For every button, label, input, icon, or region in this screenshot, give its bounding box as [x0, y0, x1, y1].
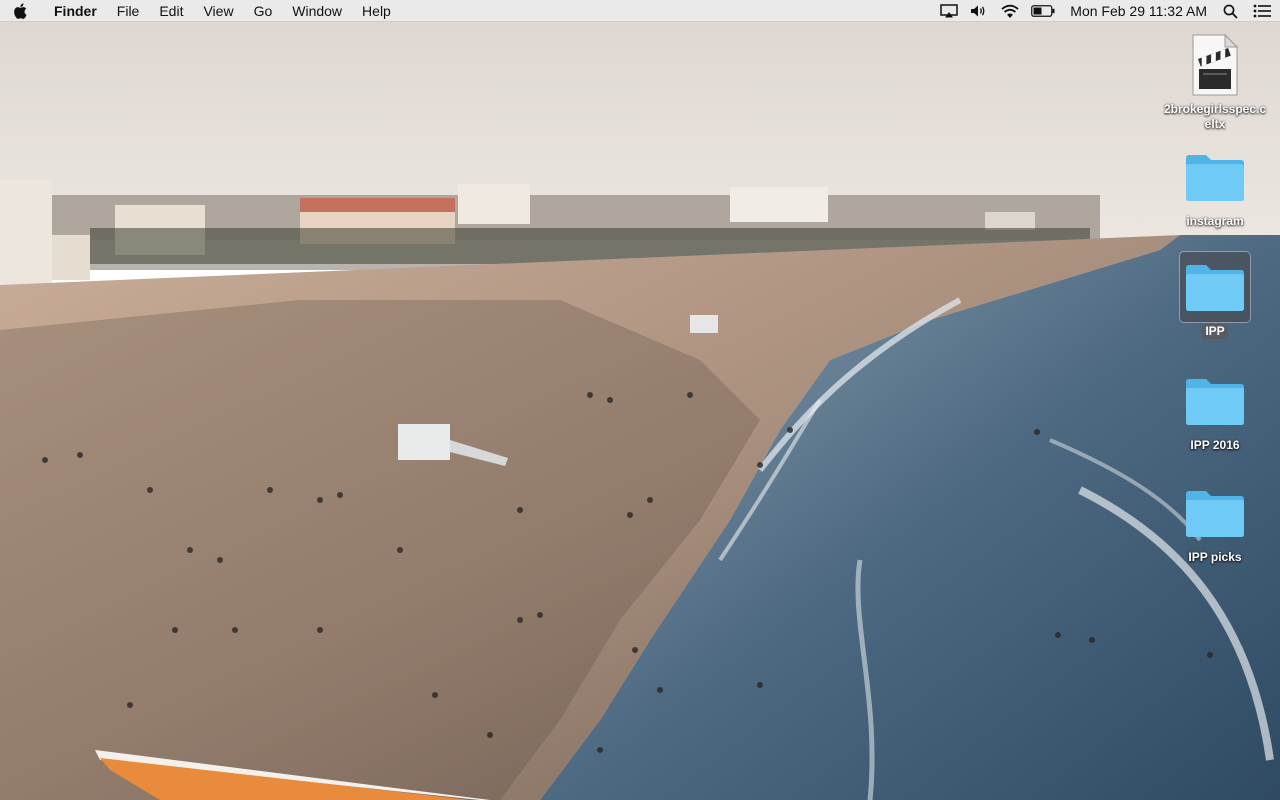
menu-file[interactable]: File [107, 0, 150, 22]
desktop-icon-label: IPP 2016 [1190, 438, 1240, 452]
menubar-clock[interactable]: Mon Feb 29 11:32 AM [1060, 0, 1216, 22]
battery-icon[interactable] [1026, 0, 1060, 22]
menu-window[interactable]: Window [282, 0, 352, 22]
menu-view[interactable]: View [193, 0, 243, 22]
menu-bar: Finder File Edit View Go Window Help Mon… [0, 0, 1280, 22]
desktop-icon-instagram-folder[interactable]: instagram [1160, 142, 1270, 230]
spotlight-search-icon[interactable] [1216, 0, 1244, 22]
desktop-icon-ipp-2016-folder[interactable]: IPP 2016 [1160, 366, 1270, 454]
celtx-document-icon [1180, 30, 1250, 100]
folder-icon [1180, 142, 1250, 212]
menu-go[interactable]: Go [244, 0, 283, 22]
desktop-icon-label: IPP picks [1188, 550, 1242, 564]
menu-help[interactable]: Help [352, 0, 401, 22]
apple-menu-icon[interactable] [0, 0, 40, 22]
menu-finder[interactable]: Finder [40, 0, 107, 22]
desktop-icon-label: 2brokegirlsspec.celtx [1163, 102, 1267, 131]
wifi-icon[interactable] [994, 0, 1026, 22]
notification-center-icon[interactable] [1244, 0, 1280, 22]
desktop-icon-label: IPP [1202, 324, 1228, 339]
desktop-icon-label: instagram [1186, 214, 1244, 228]
folder-icon [1180, 478, 1250, 548]
menu-edit[interactable]: Edit [149, 0, 193, 22]
airplay-icon[interactable] [934, 0, 964, 22]
desktop-icon-ipp-folder[interactable]: IPP [1160, 251, 1270, 340]
desktop-icon-celtx-document[interactable]: 2brokegirlsspec.celtx [1160, 30, 1270, 133]
folder-icon [1180, 366, 1250, 436]
desktop-wallpaper [0, 0, 1280, 800]
folder-icon [1179, 251, 1251, 323]
volume-icon[interactable] [964, 0, 994, 22]
desktop-icon-ipp-picks-folder[interactable]: IPP picks [1160, 478, 1270, 566]
